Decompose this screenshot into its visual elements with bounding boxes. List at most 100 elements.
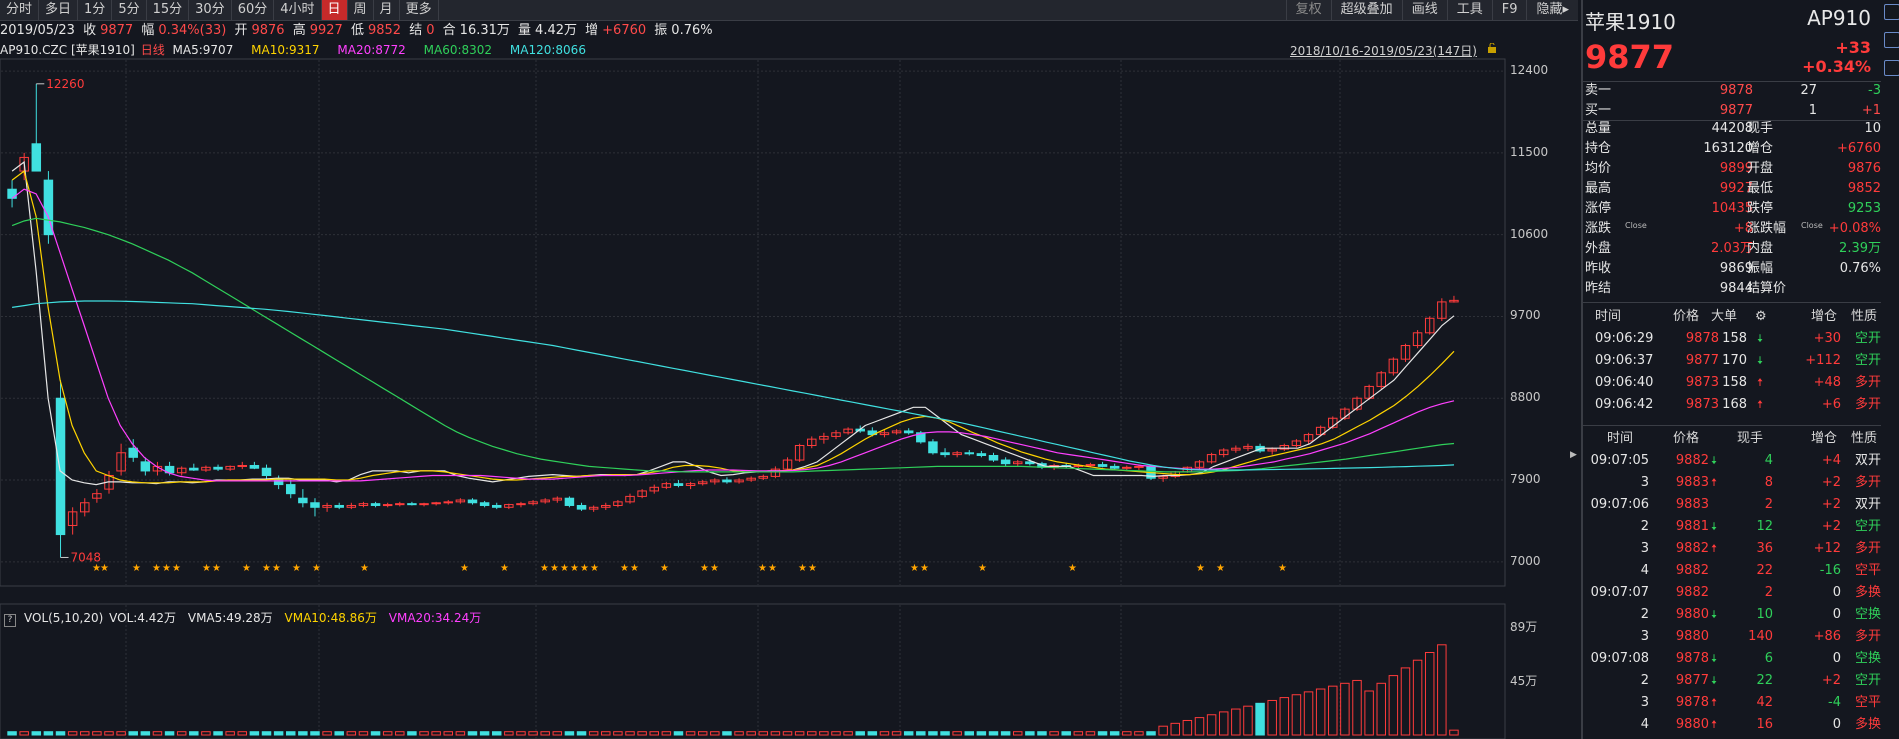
ask-row: 卖一 9878 27 -3 — [1585, 81, 1881, 101]
big-order-row: 09:06:37 9877 170 🠇 +112 空开 — [1585, 350, 1881, 372]
volume-bar — [1315, 688, 1326, 736]
price-tick-label: 12400 — [1510, 63, 1549, 78]
volume-bar — [261, 731, 272, 736]
stat-row: 持仓 163120 增仓 +6760 — [1585, 139, 1881, 159]
star-marker: ★ — [1068, 563, 1077, 574]
volume-bar — [916, 731, 926, 736]
tick-vol: 42 — [1756, 695, 1773, 710]
tick-time: 4 — [1640, 563, 1649, 578]
stat-value: 2.03万 — [1711, 241, 1753, 256]
star-marker: ★ — [620, 563, 629, 574]
stat-row: 涨跌 Close +8 涨跌幅 Close +0.08% — [1585, 219, 1881, 239]
candle-body — [1109, 465, 1120, 469]
volume-bar — [516, 731, 526, 736]
header-time: 时间 — [1595, 309, 1622, 324]
tick-price: 9878 — [1675, 651, 1709, 666]
volume-bar — [1122, 731, 1132, 736]
bid-label: 买一 — [1585, 103, 1612, 118]
bell-icon[interactable] — [1884, 32, 1899, 48]
tick-nature: 双开 — [1854, 453, 1881, 468]
volume-bar — [1170, 722, 1180, 736]
volume-bar — [661, 731, 672, 736]
volume-bar — [1388, 675, 1399, 736]
order-price: 9877 — [1685, 353, 1719, 368]
candle-body — [310, 502, 320, 508]
kline-chart[interactable]: 122607048★ ★ ★ ★ ★ ★ ★ ★ ★ ★ ★ ★ ★ ★ ★ ★ ★ ★ ★ ★ ★ ★ ★ ★ ★ ★ ★ ★ ★ ★ ★… — [0, 0, 1578, 739]
add-icon[interactable] — [1884, 4, 1899, 20]
volume-bar — [128, 731, 138, 736]
volume-bar — [685, 731, 696, 736]
bid-row: 买一 9877 1 +1 — [1585, 101, 1881, 121]
tick-oi: 0 — [1832, 585, 1841, 600]
tick-row: 2 9880 🠇 10 0 空换 — [1585, 604, 1881, 626]
tick-vol: 2 — [1764, 585, 1773, 600]
big-order-row: 09:06:29 9878 158 🠇 +30 空开 — [1585, 328, 1881, 350]
stat-value: 9876 — [1847, 161, 1881, 176]
settings-gear-icon[interactable]: ⚙ — [1755, 306, 1767, 328]
stat-label: 最高 — [1585, 181, 1612, 196]
arrow-down-icon: 🠇 — [1711, 608, 1718, 621]
tick-price: 9883 — [1675, 497, 1709, 512]
candle-body — [1134, 465, 1144, 468]
star-marker: ★ — [1216, 563, 1225, 574]
price-tick-label: 10600 — [1510, 226, 1549, 241]
tick-vol: 140 — [1748, 629, 1773, 644]
tick-oi: +2 — [1821, 497, 1841, 512]
candle-body — [1097, 464, 1108, 467]
arrow-up-icon: 🠅 — [1711, 476, 1718, 489]
volume-bar — [225, 731, 235, 736]
volume-bar — [370, 731, 381, 736]
stat-label: 增仓 — [1747, 141, 1774, 156]
star-marker: ★ — [660, 563, 669, 574]
collapse-arrow-icon[interactable]: ▶ — [1570, 450, 1578, 464]
arrow-up-icon: 🠅 — [1757, 398, 1764, 411]
stat-value: 9869 — [1719, 261, 1753, 276]
candle-body — [988, 454, 999, 461]
candle-body — [722, 479, 732, 483]
star-marker: ★ — [460, 563, 469, 574]
chart-frame — [0, 58, 1506, 587]
candle-body — [395, 503, 405, 506]
header-nature: 性质 — [1851, 431, 1878, 446]
star-marker: ★ — [798, 563, 807, 574]
stat-row: 最高 9927 最低 9852 — [1585, 179, 1881, 199]
volume-bar — [1412, 659, 1423, 736]
tick-nature: 双开 — [1854, 497, 1881, 512]
volume-bar — [964, 731, 975, 736]
volume-bar — [298, 731, 308, 736]
help-icon[interactable]: ? — [4, 614, 16, 627]
volume-bar — [1437, 644, 1447, 736]
volume-bar — [479, 731, 490, 736]
candle-body — [964, 452, 975, 455]
tick-time: 2 — [1640, 607, 1649, 622]
star-marker: ★ — [758, 563, 767, 574]
tick-nature: 多开 — [1854, 629, 1881, 644]
tick-price: 9882 — [1675, 563, 1709, 578]
candle-body — [564, 497, 575, 506]
candle-body — [940, 452, 950, 456]
volume-bar — [794, 731, 805, 736]
header-price: 价格 — [1673, 309, 1700, 324]
volume-bar — [1449, 729, 1459, 736]
volume-bar — [19, 731, 29, 736]
tick-vol: 22 — [1756, 673, 1773, 688]
volume-legend: ? VOL(5,10,20) VOL:4.42万 VMA5:49.28万 VMA1… — [4, 609, 489, 627]
bid-price: 9877 — [1719, 103, 1753, 118]
star-marker: ★ — [540, 563, 549, 574]
tick-oi: +2 — [1821, 519, 1841, 534]
edit-icon[interactable] — [1884, 60, 1899, 76]
price-change: +33 +0.34% — [1802, 38, 1871, 76]
star-marker: ★ — [1196, 563, 1205, 574]
stat-row: 昨收 9869 振幅 0.76% — [1585, 259, 1881, 279]
tick-price: 9882 — [1675, 541, 1709, 556]
star-marker: ★ — [560, 563, 569, 574]
volume-bar — [710, 731, 720, 736]
volume-bar — [152, 731, 163, 736]
volume-bar — [843, 731, 853, 736]
stat-label: 昨收 — [1585, 261, 1612, 276]
volume-bar — [237, 731, 248, 736]
candle-body — [298, 497, 308, 504]
volume-bar — [1231, 708, 1241, 736]
ma-line — [12, 300, 1455, 471]
candle-body — [140, 461, 151, 472]
